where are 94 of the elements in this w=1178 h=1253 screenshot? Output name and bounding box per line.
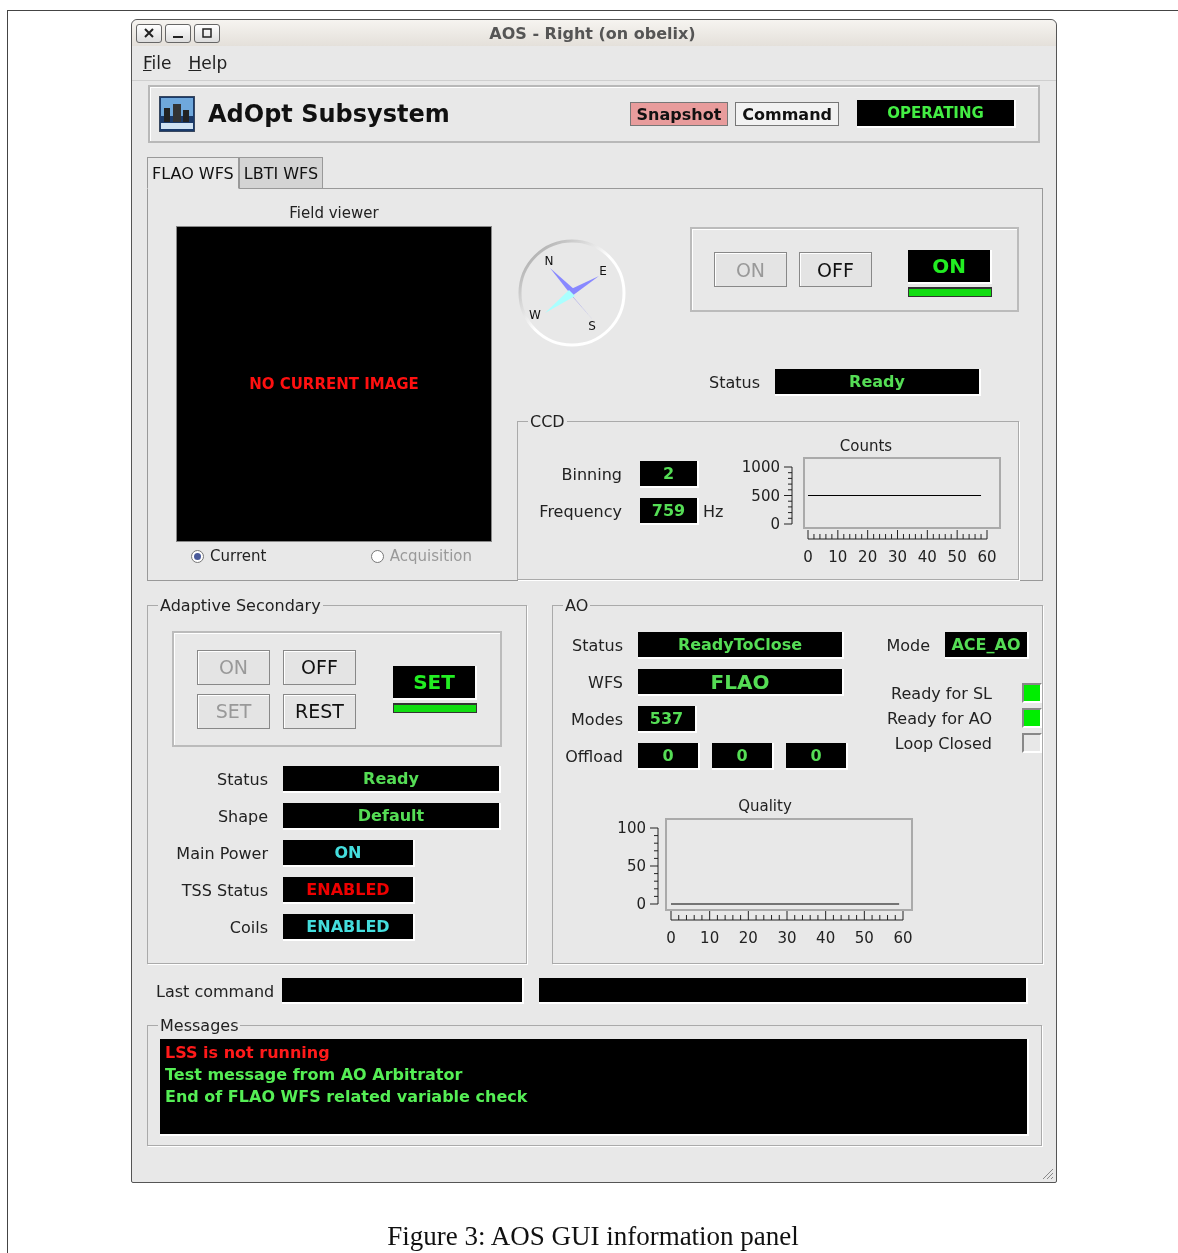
field-label: Mode bbox=[885, 636, 930, 655]
axis-tick-label: 10 bbox=[700, 929, 720, 947]
snapshot-button[interactable]: Snapshot bbox=[629, 102, 729, 126]
display-value: ENABLED bbox=[306, 917, 390, 936]
axis-tick-label: 100 bbox=[617, 819, 646, 837]
field-label: Status bbox=[571, 636, 623, 655]
compass-letter: N bbox=[544, 254, 554, 268]
field-label: Modes bbox=[570, 710, 623, 729]
axis-tick-label: 1000 bbox=[742, 458, 781, 476]
field-label: Frequency bbox=[538, 502, 622, 521]
axis-tick-label: 60 bbox=[893, 929, 913, 947]
close-icon bbox=[144, 28, 154, 38]
state-display: OPERATING bbox=[857, 100, 1016, 128]
control-button[interactable]: OFF bbox=[283, 649, 356, 685]
value-display: FLAO bbox=[638, 669, 844, 696]
axis-tick-label: 20 bbox=[858, 548, 878, 566]
value-display: 0 bbox=[712, 743, 774, 770]
maximize-button[interactable] bbox=[194, 23, 220, 43]
status-lamp: SET bbox=[393, 665, 477, 700]
field-label: Last command bbox=[156, 981, 274, 1001]
display-value: Default bbox=[357, 806, 425, 825]
menu-item[interactable]: Help bbox=[188, 53, 228, 73]
axis-tick-label: 30 bbox=[777, 929, 797, 947]
field-label: Main Power bbox=[175, 844, 268, 863]
tab[interactable]: LBTI WFS bbox=[238, 157, 324, 189]
field-label: Shape bbox=[216, 807, 268, 826]
observatory-logo-icon bbox=[159, 96, 195, 132]
axis-tick-label: 0 bbox=[666, 929, 676, 947]
unit-label: Hz bbox=[703, 502, 724, 521]
log-message: LSS is not running bbox=[165, 1042, 331, 1064]
axis-tick-label: 0 bbox=[770, 515, 781, 533]
app-title: AdOpt Subsystem bbox=[208, 100, 450, 128]
resize-grip-icon bbox=[1040, 1166, 1054, 1180]
log-message: Test message from AO Arbitrator bbox=[165, 1064, 464, 1086]
control-button[interactable]: REST bbox=[283, 693, 356, 729]
value-display: 0 bbox=[638, 743, 700, 770]
group-label: AO bbox=[564, 596, 590, 615]
close-button[interactable] bbox=[136, 23, 162, 43]
mode-display: ACE_AO bbox=[945, 632, 1029, 659]
chart-title: Counts bbox=[838, 437, 894, 455]
command-button[interactable]: Command bbox=[735, 102, 839, 126]
figure-caption: Figure 3: AOS GUI information panel bbox=[386, 1221, 800, 1252]
field-label: TSS Status bbox=[180, 881, 268, 900]
axis-tick-label: 20 bbox=[738, 929, 758, 947]
radio-indicator[interactable] bbox=[191, 549, 204, 563]
status-display: Ready bbox=[775, 369, 981, 396]
axis-tick-label: 10 bbox=[828, 548, 848, 566]
axis-tick-label: 0 bbox=[636, 895, 646, 913]
field-label: Offload bbox=[564, 747, 623, 766]
axis-tick-label: 40 bbox=[816, 929, 836, 947]
log-message: End of FLAO WFS related variable check bbox=[165, 1086, 529, 1108]
menu-item[interactable]: File bbox=[143, 53, 172, 73]
display-value: ENABLED bbox=[306, 880, 390, 899]
chart-title: Quality bbox=[737, 797, 793, 815]
display-value: Ready bbox=[363, 769, 419, 788]
y-axis bbox=[783, 466, 793, 525]
flag-label: Loop Closed bbox=[893, 733, 992, 753]
compass-letter: W bbox=[529, 308, 541, 322]
field-label: WFS bbox=[587, 673, 623, 692]
compass-letter: E bbox=[599, 264, 607, 278]
field-label: Binning bbox=[560, 465, 622, 484]
minimize-icon bbox=[173, 36, 183, 38]
axis-tick-label: 50 bbox=[948, 548, 968, 566]
value-display: 759 bbox=[640, 498, 699, 525]
axis-tick-label: 500 bbox=[751, 486, 781, 505]
control-button[interactable]: OFF bbox=[799, 252, 872, 287]
tab[interactable]: FLAO WFS bbox=[147, 157, 239, 189]
maximize-icon bbox=[202, 28, 212, 38]
axis-tick-label: 0 bbox=[803, 548, 814, 566]
axis-tick-label: 50 bbox=[626, 857, 646, 875]
axis-tick-label: 30 bbox=[888, 548, 908, 566]
value-display: 0 bbox=[786, 743, 848, 770]
group-label: Adaptive Secondary bbox=[159, 596, 322, 615]
window-title: AOS - Right (on obelix) bbox=[488, 23, 697, 43]
compass-letter: S bbox=[588, 319, 596, 333]
value-display: 537 bbox=[638, 706, 697, 733]
field-label: Status bbox=[216, 770, 268, 789]
axis-tick-label: 40 bbox=[918, 548, 938, 566]
display-value: ON bbox=[334, 843, 362, 862]
value-display: 2 bbox=[640, 461, 699, 488]
viewer-message: NO CURRENT IMAGE bbox=[249, 375, 419, 393]
axis-tick-label: 50 bbox=[854, 929, 874, 947]
axis-tick-label: 60 bbox=[977, 548, 997, 566]
field-label: Status bbox=[708, 373, 760, 392]
minimize-button[interactable] bbox=[165, 23, 191, 43]
viewer-title: Field viewer bbox=[288, 204, 380, 224]
flag-label: Ready for SL bbox=[890, 683, 992, 703]
field-label: Coils bbox=[228, 918, 268, 937]
group-label: Messages bbox=[159, 1016, 240, 1035]
radio-option[interactable]: Current bbox=[191, 547, 267, 565]
status-lamp: ON bbox=[908, 250, 992, 284]
flag-label: Ready for AO bbox=[885, 708, 992, 728]
value-display: ReadyToClose bbox=[638, 632, 844, 659]
group-label: CCD bbox=[529, 412, 566, 431]
